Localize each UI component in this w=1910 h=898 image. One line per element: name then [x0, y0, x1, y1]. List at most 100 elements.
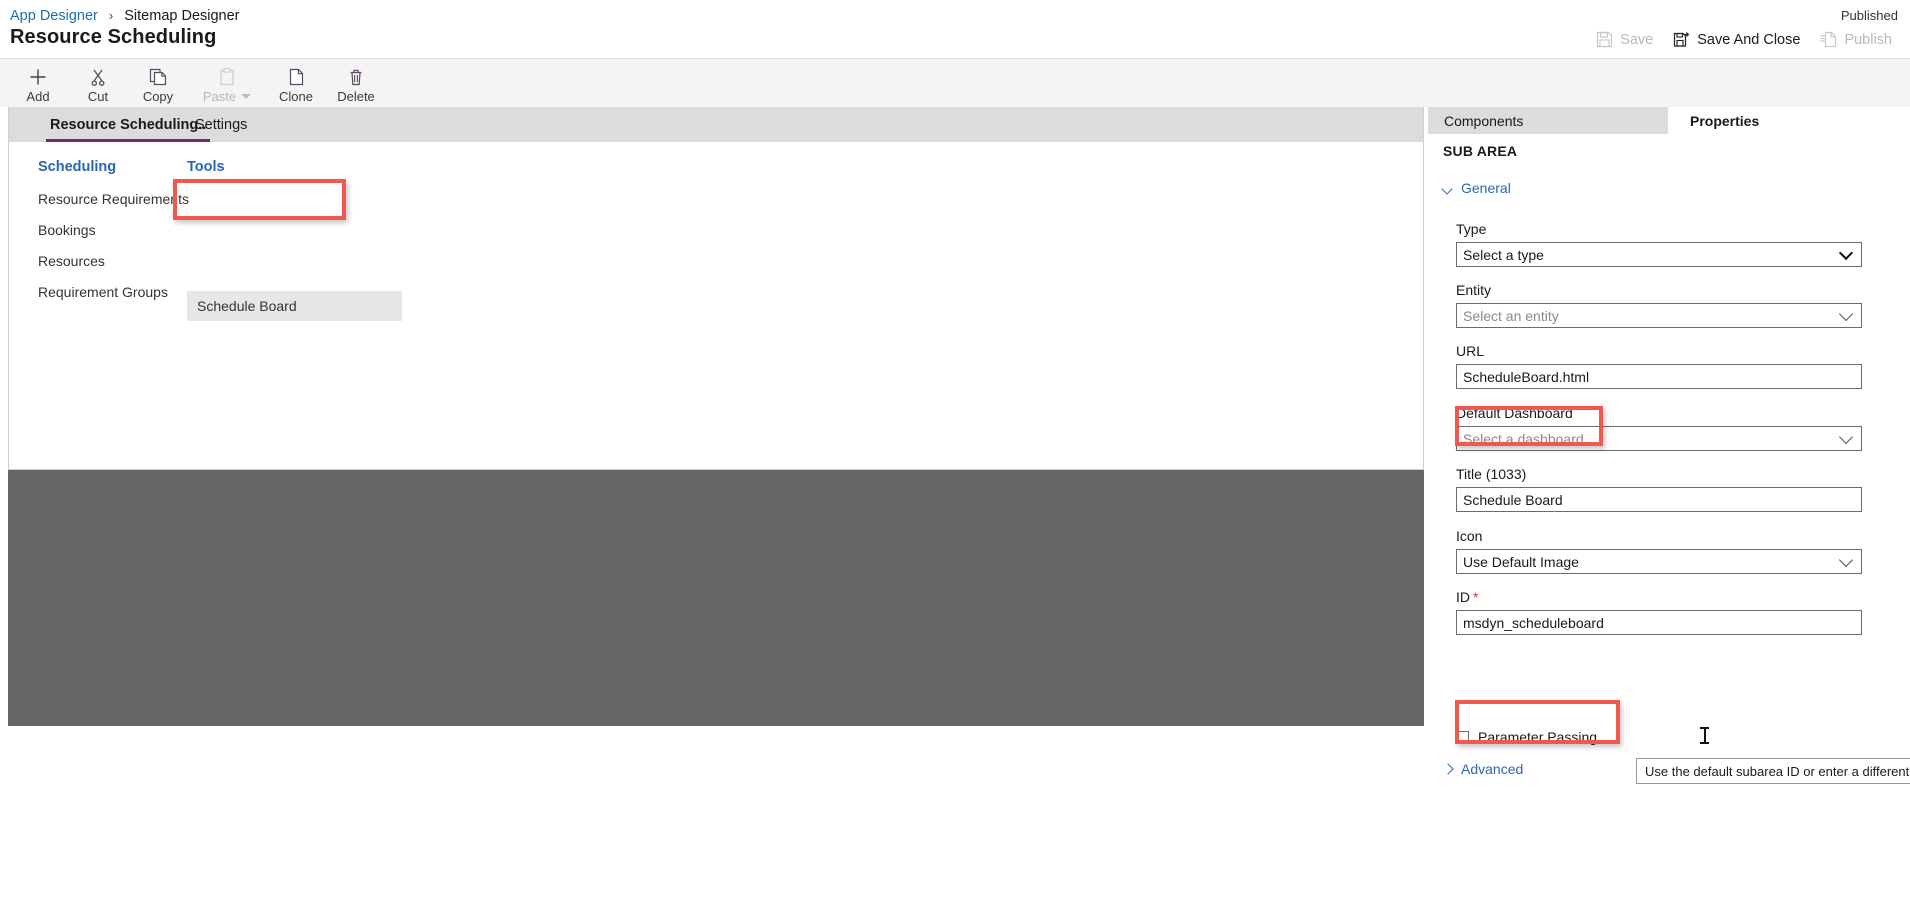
- clone-icon: [286, 66, 306, 88]
- field-id-label: ID *: [1456, 589, 1862, 605]
- group-title-tools[interactable]: Tools: [187, 159, 225, 175]
- default-dashboard-select-value: Select a dashboard: [1463, 430, 1584, 447]
- field-id: ID * msdyn_scheduleboard: [1456, 589, 1862, 635]
- save-and-close-button-label: Save And Close: [1697, 31, 1801, 48]
- field-type-label: Type: [1456, 221, 1487, 237]
- panel-tabstrip: Components Properties: [1428, 107, 1910, 134]
- breadcrumb-sitemap-designer: Sitemap Designer: [124, 8, 240, 24]
- chevron-down-icon[interactable]: [241, 93, 252, 99]
- subarea-tile-schedule-board[interactable]: Schedule Board: [187, 291, 402, 321]
- field-type: Type Select a type: [1456, 221, 1862, 267]
- add-button[interactable]: Add: [8, 61, 68, 104]
- cut-button-label: Cut: [87, 89, 109, 104]
- app-root: App Designer › Sitemap Designer Resource…: [0, 0, 1910, 898]
- field-title: Title (1033) Schedule Board: [1456, 466, 1862, 512]
- chevron-down-icon: [1841, 248, 1852, 259]
- chevron-down-icon: [1841, 309, 1852, 320]
- save-icon: [1596, 31, 1613, 48]
- clone-button[interactable]: Clone: [266, 61, 326, 104]
- id-input[interactable]: msdyn_scheduleboard: [1456, 610, 1862, 635]
- plus-icon: [28, 66, 48, 88]
- save-button[interactable]: Save: [1586, 27, 1663, 52]
- id-field-tooltip: Use the default subarea ID or enter a di…: [1636, 758, 1910, 784]
- chevron-down-icon: [1442, 183, 1453, 194]
- paste-button-label: Paste: [202, 89, 237, 104]
- copy-button-label: Copy: [142, 89, 174, 104]
- tab-components-label: Components: [1444, 112, 1524, 129]
- tab-settings[interactable]: Settings: [191, 107, 251, 142]
- clone-button-label: Clone: [279, 89, 313, 104]
- save-button-label: Save: [1620, 31, 1654, 48]
- field-default-dashboard-label: Default Dashboard: [1456, 405, 1573, 421]
- copy-icon: [148, 66, 168, 88]
- tab-settings-label: Settings: [195, 116, 248, 133]
- command-bar-items: Add Cut Copy Paste Clone Delete: [8, 61, 386, 104]
- tab-properties[interactable]: Properties: [1668, 107, 1910, 134]
- field-url: URL ScheduleBoard.html: [1456, 343, 1862, 389]
- field-default-dashboard: Default Dashboard Select a dashboard: [1456, 405, 1862, 451]
- modal-overlay: [8, 470, 1424, 726]
- chevron-down-icon: [1841, 555, 1852, 566]
- header-action-group: Save Save And Close Publish: [1586, 27, 1902, 52]
- chevron-down-icon: [1841, 432, 1852, 443]
- entity-select-value: Select an entity: [1463, 307, 1559, 324]
- default-dashboard-select[interactable]: Select a dashboard: [1456, 426, 1862, 451]
- parameter-passing-checkbox-row[interactable]: Parameter Passing: [1456, 729, 1597, 745]
- field-title-label: Title (1033): [1456, 466, 1527, 482]
- url-input[interactable]: ScheduleBoard.html: [1456, 364, 1862, 389]
- designer-tabstrip: Resource Scheduling.. Settings: [9, 107, 1423, 142]
- advanced-section-toggle[interactable]: Advanced: [1442, 761, 1523, 777]
- save-and-close-icon: [1673, 31, 1690, 48]
- publish-button[interactable]: Publish: [1810, 27, 1902, 52]
- icon-select-value: Use Default Image: [1463, 553, 1579, 570]
- delete-button-label: Delete: [337, 89, 375, 104]
- tab-resource-scheduling[interactable]: Resource Scheduling..: [46, 107, 211, 142]
- tab-components[interactable]: Components: [1428, 107, 1668, 134]
- tab-resource-scheduling-label: Resource Scheduling..: [50, 116, 207, 133]
- command-bar: Add Cut Copy Paste Clone Delete: [0, 58, 1910, 107]
- published-status: Published: [1840, 8, 1898, 23]
- add-button-label: Add: [26, 89, 50, 104]
- subarea-tile-label: Schedule Board: [197, 298, 297, 314]
- title-input-value: Schedule Board: [1463, 491, 1563, 508]
- type-select[interactable]: Select a type: [1456, 242, 1862, 267]
- field-icon-label: Icon: [1456, 528, 1483, 544]
- breadcrumb-app-designer[interactable]: App Designer: [10, 8, 98, 24]
- field-entity: Entity Select an entity: [1456, 282, 1862, 328]
- chevron-right-icon: [1442, 764, 1453, 775]
- field-icon: Icon Use Default Image: [1456, 528, 1862, 574]
- panel-section-title: SUB AREA: [1443, 143, 1518, 159]
- title-input[interactable]: Schedule Board: [1456, 487, 1862, 512]
- sidebar-item-resources[interactable]: Resources: [38, 253, 105, 269]
- field-url-label: URL: [1456, 343, 1485, 359]
- field-entity-label: Entity: [1456, 282, 1492, 298]
- page-title: Resource Scheduling: [10, 26, 217, 48]
- url-input-value: ScheduleBoard.html: [1463, 368, 1590, 385]
- required-marker: *: [1473, 589, 1479, 605]
- type-select-value: Select a type: [1463, 246, 1544, 263]
- cut-button[interactable]: Cut: [68, 61, 128, 104]
- sidebar-item-requirement-groups[interactable]: Requirement Groups: [38, 284, 168, 300]
- parameter-passing-label: Parameter Passing: [1478, 729, 1598, 745]
- scissors-icon: [88, 66, 108, 88]
- group-title-scheduling[interactable]: Scheduling: [38, 159, 116, 175]
- delete-button[interactable]: Delete: [326, 61, 386, 104]
- general-section-label: General: [1461, 180, 1511, 196]
- clipboard-icon: [217, 66, 237, 88]
- text-cursor-icon: [1700, 727, 1709, 744]
- sitemap-designer-canvas: Resource Scheduling.. Settings Schedulin…: [8, 107, 1424, 470]
- save-and-close-button[interactable]: Save And Close: [1663, 27, 1810, 52]
- publish-button-label: Publish: [1844, 31, 1892, 48]
- copy-button[interactable]: Copy: [128, 61, 188, 104]
- icon-select[interactable]: Use Default Image: [1456, 549, 1862, 574]
- sidebar-item-resource-requirements[interactable]: Resource Requirements: [38, 191, 189, 207]
- advanced-section-label: Advanced: [1461, 761, 1524, 777]
- id-input-value: msdyn_scheduleboard: [1463, 614, 1604, 631]
- sidebar-item-bookings[interactable]: Bookings: [38, 222, 96, 238]
- parameter-passing-checkbox[interactable]: [1456, 730, 1469, 744]
- entity-select[interactable]: Select an entity: [1456, 303, 1862, 328]
- paste-button[interactable]: Paste: [188, 61, 266, 104]
- general-section-toggle[interactable]: General: [1442, 180, 1511, 196]
- publish-icon: [1820, 31, 1837, 48]
- trash-icon: [346, 66, 366, 88]
